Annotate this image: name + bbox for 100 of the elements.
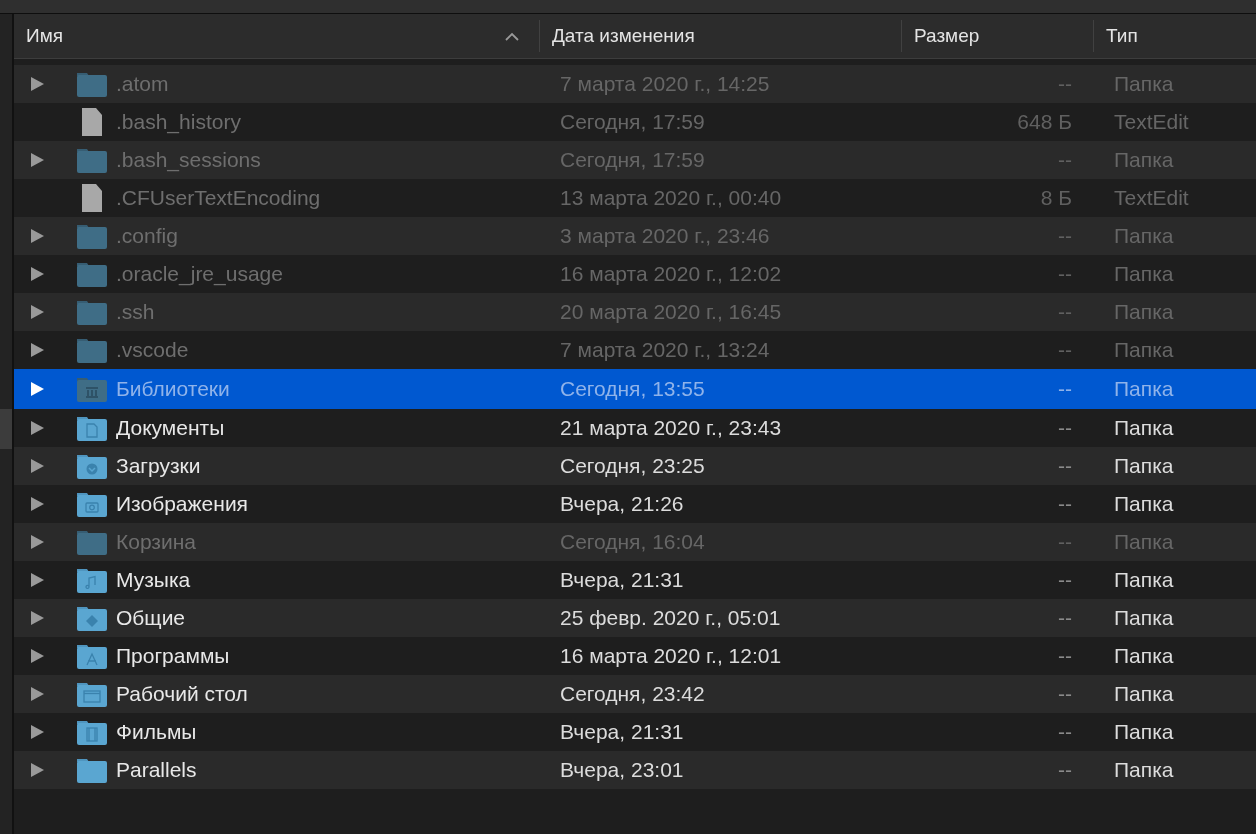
disclosure-triangle-icon[interactable] bbox=[30, 420, 45, 436]
disclosure-triangle-icon[interactable] bbox=[30, 572, 45, 588]
disclosure-triangle-icon[interactable] bbox=[30, 342, 45, 358]
modified-date: 7 марта 2020 г., 14:25 bbox=[559, 72, 771, 96]
modified-date: 16 марта 2020 г., 12:02 bbox=[559, 262, 783, 286]
file-type: Папка bbox=[1113, 606, 1175, 630]
disclosure-triangle-icon[interactable] bbox=[30, 686, 45, 702]
folder-icon bbox=[76, 336, 108, 364]
modified-date: Сегодня, 23:42 bbox=[559, 682, 706, 706]
file-name: .bash_history bbox=[116, 110, 241, 134]
file-size: -- bbox=[1058, 492, 1073, 516]
folder-page-icon bbox=[76, 414, 108, 442]
file-name: .oracle_jre_usage bbox=[116, 262, 283, 286]
file-name: Parallels bbox=[116, 758, 197, 782]
file-size: -- bbox=[1058, 148, 1073, 172]
folder-icon bbox=[76, 260, 108, 288]
file-type: Папка bbox=[1113, 454, 1175, 478]
modified-date: Сегодня, 17:59 bbox=[559, 110, 706, 134]
file-name: .vscode bbox=[116, 338, 189, 362]
file-size: -- bbox=[1058, 416, 1073, 440]
modified-date: 3 марта 2020 г., 23:46 bbox=[559, 224, 771, 248]
modified-date: 25 февр. 2020 г., 05:01 bbox=[559, 606, 782, 630]
disclosure-triangle-icon[interactable] bbox=[30, 762, 45, 778]
disclosure-triangle-icon[interactable] bbox=[30, 152, 45, 168]
column-header[interactable]: Имя bbox=[14, 20, 540, 52]
folder-film-icon bbox=[76, 718, 108, 746]
modified-date: Сегодня, 17:59 bbox=[559, 148, 706, 172]
folder-window-icon bbox=[76, 680, 108, 708]
disclosure-triangle-icon[interactable] bbox=[30, 648, 45, 664]
scrollbar-thumb[interactable] bbox=[0, 409, 12, 449]
disclosure-triangle-icon[interactable] bbox=[30, 304, 45, 320]
file-name: Корзина bbox=[116, 530, 196, 554]
file-type: Папка bbox=[1113, 682, 1175, 706]
file-name: .CFUserTextEncoding bbox=[116, 186, 321, 210]
file-name: Музыка bbox=[116, 568, 191, 592]
modified-date: Сегодня, 16:04 bbox=[559, 530, 706, 554]
modified-date: Сегодня, 13:55 bbox=[559, 377, 706, 401]
file-name: Загрузки bbox=[116, 454, 201, 478]
file-type: Папка bbox=[1113, 377, 1175, 401]
disclosure-triangle-icon[interactable] bbox=[30, 496, 45, 512]
modified-date: Вчера, 23:01 bbox=[559, 758, 685, 782]
file-size: -- bbox=[1058, 644, 1073, 668]
disclosure-triangle-icon[interactable] bbox=[30, 228, 45, 244]
file-row[interactable]: Общие 25 февр. 2020 г., 05:01 -- Папка bbox=[14, 599, 1256, 637]
file-name: Программы bbox=[116, 644, 230, 668]
disclosure-triangle-icon[interactable] bbox=[30, 534, 45, 550]
folder-columns-icon bbox=[76, 375, 108, 403]
file-size: -- bbox=[1058, 72, 1073, 96]
file-type: TextEdit bbox=[1113, 186, 1190, 210]
file-name: .bash_sessions bbox=[116, 148, 261, 172]
file-size: -- bbox=[1058, 758, 1073, 782]
file-size: -- bbox=[1058, 606, 1073, 630]
file-type: Папка bbox=[1113, 644, 1175, 668]
file-type: Папка bbox=[1113, 416, 1175, 440]
file-type: Папка bbox=[1113, 720, 1175, 744]
file-type: Папка bbox=[1113, 148, 1175, 172]
file-type: Папка bbox=[1113, 338, 1175, 362]
disclosure-triangle-icon[interactable] bbox=[30, 458, 45, 474]
file-name: .atom bbox=[116, 72, 169, 96]
file-name: .ssh bbox=[116, 300, 155, 324]
file-type: Папка bbox=[1113, 300, 1175, 324]
folder-diamond-icon bbox=[76, 604, 108, 632]
file-size: -- bbox=[1058, 262, 1073, 286]
disclosure-triangle-icon[interactable] bbox=[30, 724, 45, 740]
column-header[interactable]: Дата изменения bbox=[540, 20, 902, 52]
modified-date: Сегодня, 23:25 bbox=[559, 454, 706, 478]
disclosure-triangle-icon[interactable] bbox=[30, 76, 45, 92]
modified-date: 21 марта 2020 г., 23:43 bbox=[559, 416, 783, 440]
folder-icon bbox=[76, 528, 108, 556]
file-name: Изображения bbox=[116, 492, 248, 516]
folder-icon bbox=[76, 756, 108, 784]
disclosure-triangle-icon[interactable] bbox=[30, 266, 45, 282]
modified-date: Вчера, 21:26 bbox=[559, 492, 685, 516]
file-name: Документы bbox=[116, 416, 225, 440]
file-type: Папка bbox=[1113, 492, 1175, 516]
file-type: Папка bbox=[1113, 224, 1175, 248]
file-size: -- bbox=[1058, 682, 1073, 706]
file-row[interactable]: Загрузки Сегодня, 23:25 -- Папка bbox=[14, 447, 1256, 485]
modified-date: Вчера, 21:31 bbox=[559, 720, 685, 744]
folder-icon bbox=[76, 70, 108, 98]
file-size: 8 Б bbox=[1040, 186, 1073, 210]
modified-date: Вчера, 21:31 bbox=[559, 568, 685, 592]
file-type: Папка bbox=[1113, 72, 1175, 96]
disclosure-triangle-icon[interactable] bbox=[30, 610, 45, 626]
modified-date: 16 марта 2020 г., 12:01 bbox=[559, 644, 783, 668]
folder-music-note-icon bbox=[76, 566, 108, 594]
column-header[interactable]: Тип bbox=[1094, 20, 1256, 52]
modified-date: 13 марта 2020 г., 00:40 bbox=[559, 186, 783, 210]
disclosure-triangle-icon[interactable] bbox=[30, 381, 45, 397]
file-size: -- bbox=[1058, 454, 1073, 478]
file-size: -- bbox=[1058, 224, 1073, 248]
file-size: -- bbox=[1058, 530, 1073, 554]
file-row[interactable]: Рабочий стол Сегодня, 23:42 -- Папка bbox=[14, 675, 1256, 713]
file-type: Папка bbox=[1113, 262, 1175, 286]
column-header[interactable]: Размер bbox=[902, 20, 1094, 52]
file-name: Фильмы bbox=[116, 720, 197, 744]
file-row[interactable]: Parallels Вчера, 23:01 -- Папка bbox=[14, 751, 1256, 789]
folder-arrow-down-icon bbox=[76, 452, 108, 480]
file-name: Библиотеки bbox=[116, 377, 230, 401]
file-type: Папка bbox=[1113, 568, 1175, 592]
